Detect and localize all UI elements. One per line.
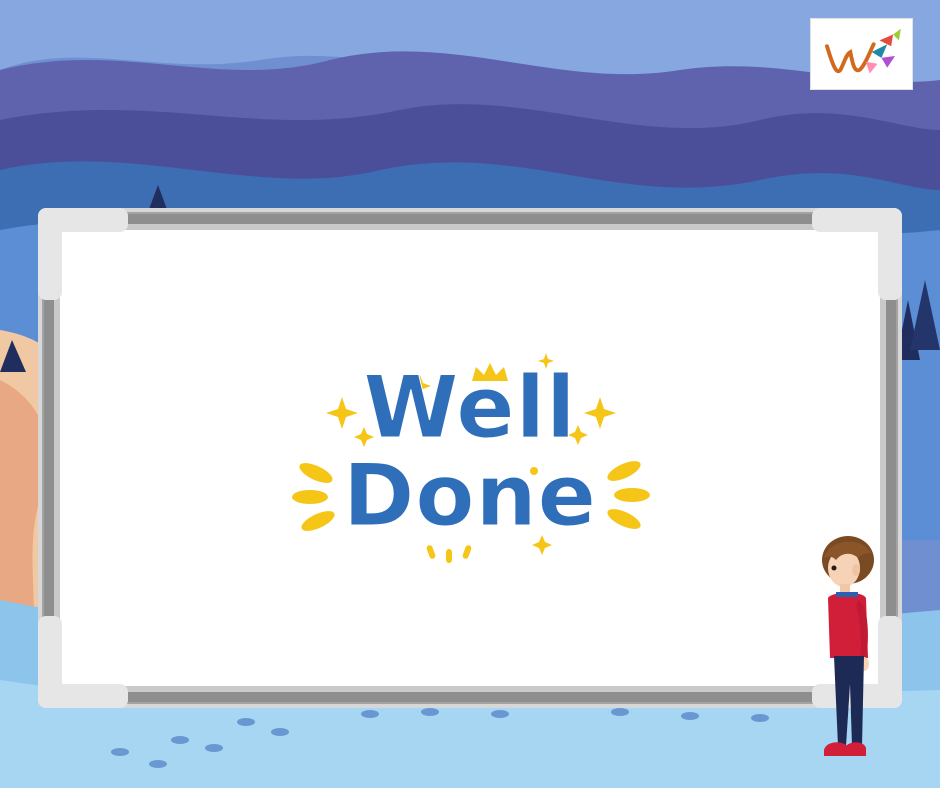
message-line-done: Done bbox=[342, 446, 598, 546]
message-line-well: Well bbox=[363, 358, 577, 458]
boy-figure bbox=[822, 536, 874, 756]
brand-logo bbox=[810, 18, 913, 90]
well-done-message: Well Done bbox=[280, 345, 660, 570]
brand-logo-icon bbox=[825, 28, 901, 74]
game-screen: Well Done bbox=[0, 0, 940, 788]
character-boy bbox=[812, 534, 884, 770]
